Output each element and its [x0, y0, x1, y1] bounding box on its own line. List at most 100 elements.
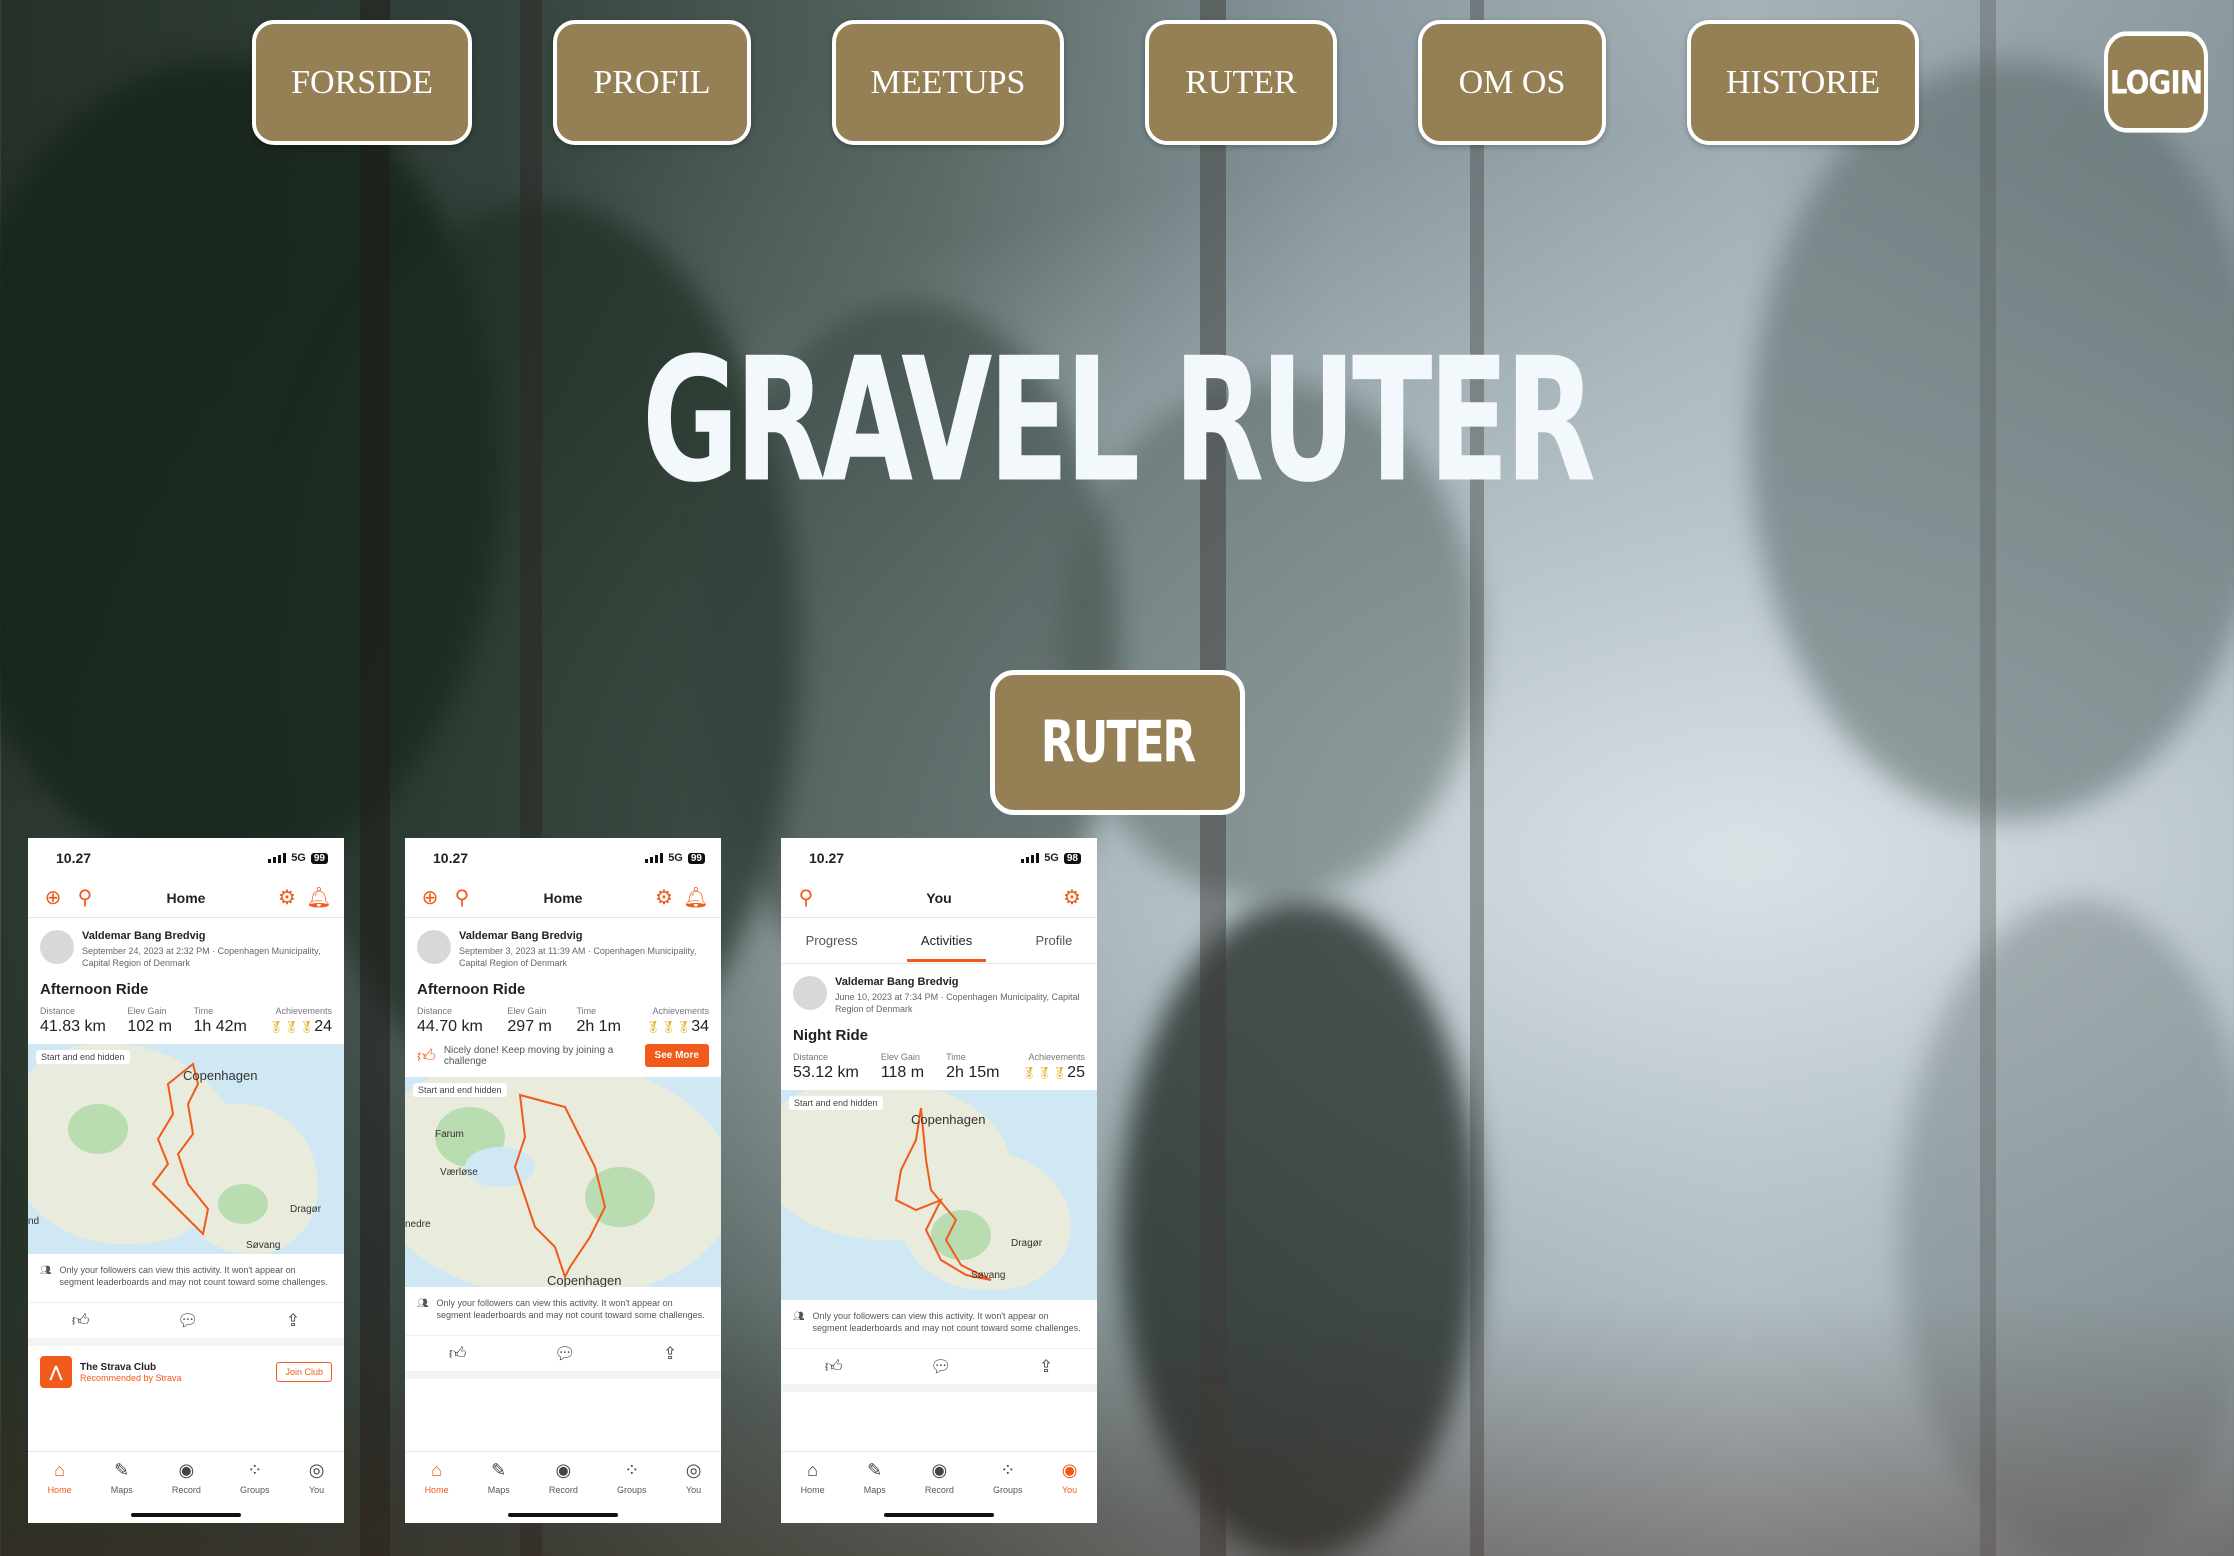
challenge-text: Nicely done! Keep moving by joining a ch…	[443, 1044, 614, 1067]
groups-icon: ⁘	[1000, 1460, 1016, 1480]
home-indicator	[508, 1513, 618, 1517]
nav-historie[interactable]: HISTORIE	[1687, 20, 1919, 145]
athlete-name[interactable]: Valdemar Bang Bredvig	[459, 930, 709, 942]
nav-forside-label: FORSIDE	[291, 63, 433, 101]
join-club-button[interactable]: Join Club	[276, 1362, 332, 1382]
tab-you[interactable]: ◎ You	[686, 1460, 702, 1523]
nav-om-os[interactable]: OM OS	[1418, 20, 1606, 145]
comment-icon[interactable]: 💬︎	[177, 1311, 199, 1331]
strava-screenshot-3: 10.27 5G 98 ⚲ You ⚙ Progress Activities P…	[781, 838, 1097, 1523]
bell-icon[interactable]: 🔔︎	[306, 885, 332, 910]
route-map[interactable]: Start and end hidden Copenhagen Dragør S…	[781, 1090, 1097, 1300]
tab-home[interactable]: ⌂ Home	[48, 1460, 72, 1523]
stat-elev-gain: 118 m	[880, 1064, 925, 1081]
tab-label: Groups	[993, 1485, 1023, 1495]
comment-icon[interactable]: 💬︎	[554, 1344, 576, 1364]
activity-stats: Distance 53.12 km Elev Gain 118 m Time 2h 1…	[781, 1052, 1097, 1082]
tab-label: Groups	[240, 1485, 270, 1495]
gear-icon[interactable]: ⚙	[1059, 885, 1085, 910]
avatar[interactable]	[793, 976, 827, 1010]
map-label: Copenhagen	[911, 1112, 986, 1127]
app-header-title: Home	[543, 889, 583, 906]
search-icon[interactable]: ⚲	[449, 885, 475, 910]
map-label: nd	[28, 1216, 40, 1227]
tab-maps[interactable]: ✎ Maps	[488, 1460, 510, 1523]
activity-title[interactable]: Afternoon Ride	[28, 975, 344, 1006]
app-header-title: You	[926, 889, 952, 906]
stat-achievements: 25	[1067, 1064, 1085, 1081]
tab-label: Groups	[617, 1485, 647, 1495]
map-label: Dragør	[290, 1204, 322, 1215]
subtab-activities[interactable]: Activities	[906, 919, 987, 962]
map-tag: Start and end hidden	[36, 1050, 130, 1064]
stat-distance: 44.70 km	[417, 1018, 483, 1035]
see-more-button[interactable]: See More	[644, 1044, 709, 1067]
map-label: Farum	[435, 1129, 464, 1140]
gear-icon[interactable]: ⚙	[274, 885, 300, 910]
strava-screenshot-1: 10.27 5G 99 ⊕ ⚲ Home ⚙ 🔔︎ Valdemar Bang Bre…	[28, 838, 344, 1523]
tab-groups[interactable]: ⁘ Groups	[993, 1460, 1023, 1523]
tab-home[interactable]: ⌂ Home	[801, 1460, 825, 1523]
route-map[interactable]: Start and end hidden Copenhagen Dragør S…	[28, 1044, 344, 1254]
ruter-button[interactable]: RUTER	[990, 670, 1245, 815]
gear-icon[interactable]: ⚙	[651, 885, 677, 910]
tab-you[interactable]: ◉ You	[1062, 1460, 1078, 1523]
search-icon[interactable]: ⚲	[793, 885, 819, 910]
tab-maps[interactable]: ✎ Maps	[111, 1460, 133, 1523]
avatar[interactable]	[40, 930, 74, 964]
nav-ruter-label: RUTER	[1185, 63, 1297, 101]
tab-home[interactable]: ⌂ Home	[425, 1460, 449, 1523]
activity-title[interactable]: Afternoon Ride	[405, 975, 721, 1006]
athlete-name[interactable]: Valdemar Bang Bredvig	[82, 930, 332, 942]
status-time: 10.27	[809, 850, 845, 866]
subtab-progress[interactable]: Progress	[806, 933, 858, 948]
add-icon[interactable]: ⊕	[40, 885, 66, 910]
kudos-icon[interactable]: 👍︎	[72, 1310, 90, 1331]
share-icon[interactable]: ⇪	[1039, 1357, 1053, 1377]
search-icon[interactable]: ⚲	[72, 885, 98, 910]
add-icon[interactable]: ⊕	[417, 885, 443, 910]
status-time: 10.27	[56, 850, 92, 866]
tab-groups[interactable]: ⁘ Groups	[240, 1460, 270, 1523]
club-name[interactable]: The Strava Club	[80, 1362, 182, 1373]
activity-meta: September 3, 2023 at 11:39 AM · Copenhag…	[459, 946, 697, 968]
nav-forside[interactable]: FORSIDE	[252, 20, 472, 145]
maps-icon: ✎	[867, 1460, 883, 1480]
profile-icon: ◎	[685, 1460, 702, 1480]
home-indicator	[884, 1513, 994, 1517]
stat-distance: 41.83 km	[40, 1018, 106, 1035]
home-icon: ⌂	[54, 1460, 65, 1480]
avatar[interactable]	[417, 930, 451, 964]
activity-meta: September 24, 2023 at 2:32 PM · Copenhag…	[82, 946, 321, 968]
activity-actions: 👍︎ 💬︎ ⇪	[405, 1335, 721, 1379]
activity-meta: June 10, 2023 at 7:34 PM · Copenhagen Mu…	[835, 992, 1080, 1014]
stat-time: 1h 42m	[193, 1018, 247, 1035]
kudos-icon[interactable]: 👍︎	[449, 1343, 467, 1364]
share-icon[interactable]: ⇪	[663, 1344, 677, 1364]
tab-you[interactable]: ◎ You	[309, 1460, 325, 1523]
nav-meetups[interactable]: MEETUPS	[832, 20, 1064, 145]
activity-actions: 👍︎ 💬︎ ⇪	[781, 1348, 1097, 1392]
route-map[interactable]: Start and end hidden Farum Værløse nedre…	[405, 1077, 721, 1287]
tab-groups[interactable]: ⁘ Groups	[617, 1460, 647, 1523]
activity-title[interactable]: Night Ride	[781, 1021, 1097, 1052]
kudos-icon[interactable]: 👍︎	[825, 1356, 843, 1377]
stat-elev-gain: 297 m	[507, 1018, 552, 1035]
maps-icon: ✎	[491, 1460, 507, 1480]
stat-label: Time	[946, 1052, 966, 1062]
nav-profil[interactable]: PROFIL	[553, 20, 751, 145]
stat-label: Distance	[40, 1006, 76, 1016]
share-icon[interactable]: ⇪	[286, 1311, 300, 1331]
login-button[interactable]: LOGIN	[2104, 31, 2208, 133]
tab-label: Record	[924, 1485, 954, 1495]
athlete-name[interactable]: Valdemar Bang Bredvig	[835, 976, 1085, 988]
subtab-profile[interactable]: Profile	[1035, 933, 1072, 948]
comment-icon[interactable]: 💬︎	[930, 1357, 952, 1377]
status-bar: 10.27 5G 99	[405, 838, 721, 878]
privacy-note-text: Only your followers can view this activi…	[59, 1265, 328, 1287]
bell-icon[interactable]: 🔔︎	[683, 885, 709, 910]
nav-ruter[interactable]: RUTER	[1145, 20, 1337, 145]
tab-maps[interactable]: ✎ Maps	[864, 1460, 886, 1523]
stat-time: 2h 15m	[946, 1064, 1000, 1081]
stat-label: Achievements	[275, 1006, 332, 1016]
